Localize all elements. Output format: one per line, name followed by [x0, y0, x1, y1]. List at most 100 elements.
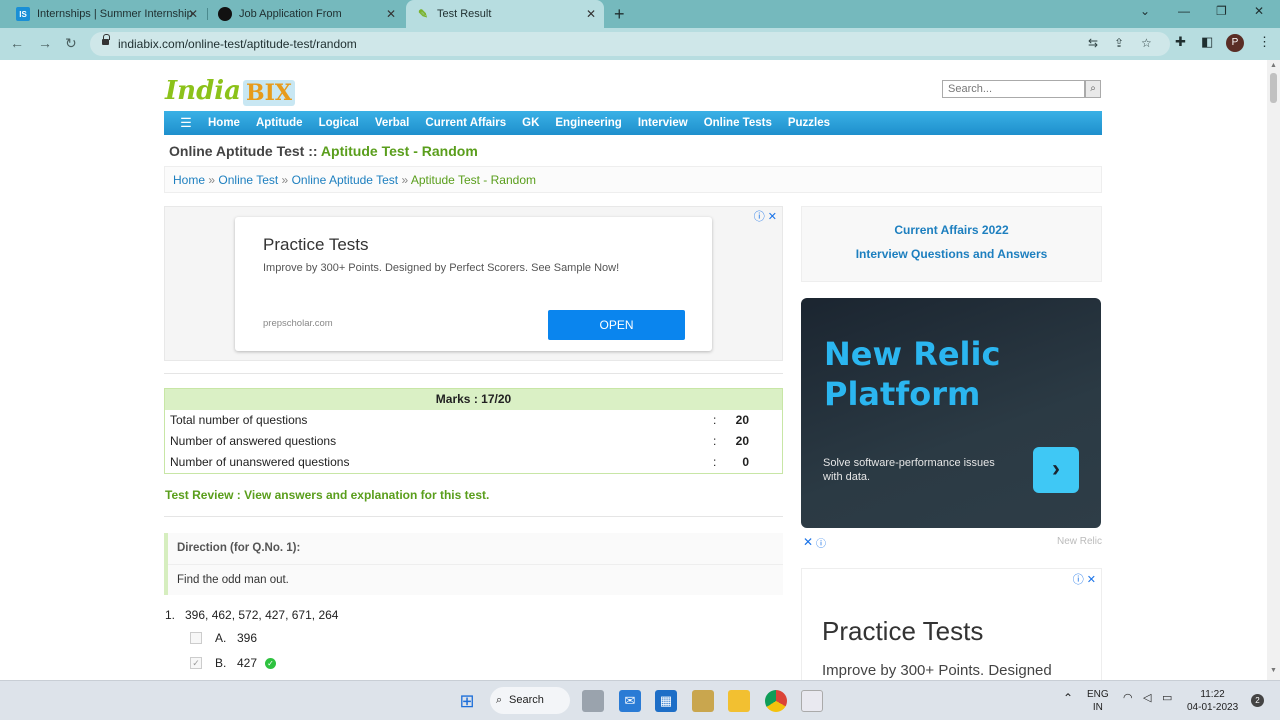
url-text[interactable]: indiabix.com/online-test/aptitude-test/r… [118, 37, 357, 51]
tab-test-result[interactable]: ✎ Test Result ✕ [406, 0, 604, 28]
ad-banner-top: ⓘ ✕ Practice Tests Improve by 300+ Point… [164, 206, 783, 361]
breadcrumb-online-aptitude-test[interactable]: Online Aptitude Test [292, 173, 399, 187]
clock[interactable]: 11:22 04-01-2023 [1187, 688, 1238, 714]
address-bar[interactable]: indiabix.com/online-test/aptitude-test/r… [90, 32, 1170, 56]
clock-date: 04-01-2023 [1187, 702, 1239, 713]
ad-card[interactable]: Practice Tests Improve by 300+ Points. D… [235, 217, 712, 351]
breadcrumb-home[interactable]: Home [173, 173, 205, 187]
tray-chevron-up-icon[interactable]: ⌃ [1063, 692, 1073, 705]
breadcrumb-separator: » [401, 173, 409, 187]
nav-online-tests[interactable]: Online Tests [704, 117, 772, 129]
search-icon: ⌕ [496, 694, 503, 706]
tab-internships[interactable]: IS Internships | Summer Internship ✕ [6, 0, 206, 28]
checked-checkbox-icon[interactable]: ✓ [190, 657, 202, 669]
question-text: 396, 462, 572, 427, 671, 264 [185, 608, 339, 622]
title-highlight: Aptitude Test - Random [320, 143, 478, 159]
ad-close-icon[interactable]: ✕ [803, 535, 813, 549]
translate-icon[interactable]: ⇆ [1088, 36, 1098, 50]
profile-avatar[interactable]: P [1226, 34, 1244, 52]
volume-icon[interactable]: ◁ [1143, 692, 1151, 705]
option-a[interactable]: A. 396 [190, 631, 257, 645]
mail-icon[interactable]: ✉ [619, 690, 641, 712]
snipping-tool-icon[interactable] [801, 690, 823, 712]
wifi-icon[interactable]: ◠ [1123, 692, 1133, 705]
ad-close-icon[interactable]: ⓘ ✕ [754, 208, 777, 224]
bookmark-star-icon[interactable]: ☆ [1141, 36, 1152, 50]
row-value: 20 [735, 413, 749, 427]
task-view-icon[interactable] [582, 690, 604, 712]
option-b[interactable]: ✓ B. 427 ✓ [190, 656, 277, 670]
row-label: Number of unanswered questions [170, 455, 350, 469]
store-icon[interactable]: ▦ [655, 690, 677, 712]
forward-icon[interactable]: → [38, 35, 52, 51]
ad-title: Practice Tests [822, 616, 984, 646]
tab-label: Internships | Summer Internship [37, 8, 193, 20]
scroll-down-icon[interactable]: ▼ [1270, 667, 1277, 674]
nav-logical[interactable]: Logical [319, 117, 359, 129]
ad-text: Improve by 300+ Points. Designed by Perf… [263, 262, 620, 274]
extensions-puzzle-icon[interactable]: ✚ [1175, 34, 1186, 50]
newrelic-brand-text: New Relic [1056, 536, 1102, 547]
battery-icon[interactable]: ▭ [1162, 692, 1172, 705]
side-panel-icon[interactable]: ◧ [1201, 34, 1213, 50]
nav-interview[interactable]: Interview [638, 117, 688, 129]
option-value: 396 [237, 631, 258, 645]
hamburger-menu-icon[interactable]: ☰ [164, 115, 208, 131]
windows-start-icon[interactable]: ⊞ [456, 690, 478, 712]
checkbox-icon[interactable] [190, 632, 202, 644]
option-value: 427 [237, 656, 258, 670]
nav-home[interactable]: Home [208, 117, 240, 129]
tab-job-application[interactable]: Job Application From ✕ [208, 0, 404, 28]
notification-badge[interactable]: 2 [1251, 694, 1264, 707]
nav-puzzles[interactable]: Puzzles [788, 117, 830, 129]
back-icon[interactable]: ← [10, 35, 24, 51]
reload-icon[interactable]: ↻ [65, 35, 77, 52]
new-tab-icon[interactable]: + [614, 4, 625, 25]
scrollbar-thumb[interactable] [1270, 73, 1277, 103]
scroll-up-icon[interactable]: ▲ [1270, 62, 1277, 69]
indiabix-logo[interactable]: India BIX [165, 70, 295, 106]
page-scrollbar[interactable]: ▲ ▼ [1267, 60, 1280, 680]
form-favicon-icon [218, 7, 232, 21]
internshala-favicon-icon: IS [16, 7, 30, 21]
ad-open-button[interactable]: OPEN [548, 310, 685, 340]
marks-header: Marks : 17/20 [165, 389, 782, 410]
minimize-icon[interactable]: — [1178, 4, 1190, 18]
newrelic-ad[interactable]: New Relic Platform Solve software-perfor… [801, 298, 1101, 528]
close-tab-icon[interactable]: ✕ [386, 7, 396, 21]
indiabix-favicon-icon: ✎ [417, 7, 429, 21]
nav-gk[interactable]: GK [522, 117, 539, 129]
nav-current-affairs[interactable]: Current Affairs [425, 117, 506, 129]
breadcrumb-separator: » [208, 173, 216, 187]
search-icon[interactable]: ⌕ [1085, 80, 1101, 98]
chevron-right-icon[interactable]: › [1033, 447, 1079, 493]
maximize-icon[interactable]: ❐ [1216, 4, 1227, 18]
ad-close-icon[interactable]: ⓘ ✕ [1073, 571, 1096, 587]
ad-info-icon[interactable]: ⓘ [816, 535, 826, 550]
nav-verbal[interactable]: Verbal [375, 117, 410, 129]
share-icon[interactable]: ⇪ [1114, 36, 1124, 50]
direction-box: Direction (for Q.No. 1): Find the odd ma… [164, 533, 783, 595]
nav-aptitude[interactable]: Aptitude [256, 117, 303, 129]
breadcrumb-online-test[interactable]: Online Test [218, 173, 278, 187]
ad-sidebar-bottom[interactable]: ⓘ ✕ Practice Tests Improve by 300+ Point… [801, 568, 1102, 680]
file-explorer-icon[interactable] [728, 690, 750, 712]
close-tab-icon[interactable]: ✕ [188, 7, 198, 21]
link-current-affairs[interactable]: Current Affairs 2022 [802, 223, 1101, 237]
chrome-icon[interactable] [765, 690, 787, 712]
lock-icon[interactable] [102, 34, 110, 46]
divider [168, 564, 783, 565]
test-review-link[interactable]: Test Review : View answers and explanati… [165, 488, 489, 502]
site-search-input[interactable]: Search... [942, 80, 1085, 98]
browser-menu-icon[interactable]: ⋮ [1258, 34, 1271, 50]
close-window-icon[interactable]: ✕ [1254, 4, 1264, 18]
nav-engineering[interactable]: Engineering [555, 117, 621, 129]
breadcrumb: Home » Online Test » Online Aptitude Tes… [164, 166, 1102, 193]
close-tab-icon[interactable]: ✕ [586, 7, 596, 21]
row-colon: : [713, 455, 717, 469]
taskbar-search[interactable]: ⌕ Search [490, 687, 570, 714]
language-indicator[interactable]: ENG IN [1087, 688, 1109, 714]
app-icon[interactable] [692, 690, 714, 712]
tab-search-chevron-icon[interactable]: ⌄ [1140, 4, 1150, 18]
link-interview-questions[interactable]: Interview Questions and Answers [802, 247, 1101, 261]
